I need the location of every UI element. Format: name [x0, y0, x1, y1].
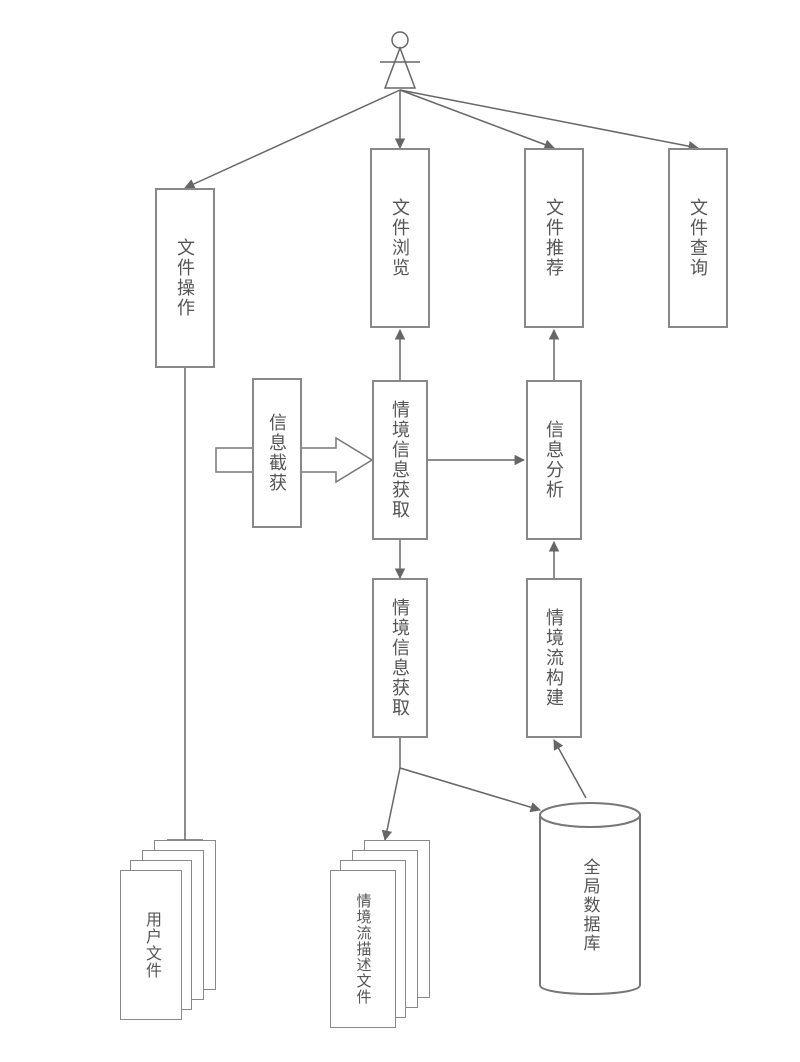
- label-info-analysis: 信息分析: [541, 420, 567, 500]
- label-context-info-get-b: 情境信息获取: [387, 598, 413, 718]
- box-info-analysis: 信息分析: [526, 380, 582, 540]
- label-context-info-get-a: 情境信息获取: [387, 400, 413, 520]
- label-database: 全局数据库: [578, 858, 603, 953]
- box-file-query: 文件查询: [668, 148, 728, 328]
- box-file-browse: 文件浏览: [370, 148, 430, 328]
- label-file-browse: 文件浏览: [387, 198, 413, 278]
- diagram-canvas: 文件操作 文件浏览 文件推荐 文件查询 信息截获 情境信息获取 信息分析 情境信…: [0, 0, 800, 1062]
- label-context-flow-def: 情境流描述文件: [353, 893, 374, 1005]
- stack-context-flow-def: 情境流描述文件: [330, 840, 450, 1030]
- label-file-recommend: 文件推荐: [541, 198, 567, 278]
- box-file-operation: 文件操作: [155, 188, 215, 368]
- db-label-wrap: 全局数据库: [560, 830, 620, 980]
- box-context-flow-build: 情境流构建: [526, 578, 582, 738]
- box-context-info-get-b: 情境信息获取: [372, 578, 428, 738]
- label-info-intercept: 信息截获: [264, 413, 290, 493]
- stack-user-files: 用户文件: [120, 840, 230, 1020]
- box-file-recommend: 文件推荐: [524, 148, 584, 328]
- label-user-files: 用户文件: [139, 911, 163, 979]
- label-file-query: 文件查询: [685, 198, 711, 278]
- box-context-info-get-a: 情境信息获取: [372, 380, 428, 540]
- box-info-intercept: 信息截获: [252, 378, 302, 528]
- label-file-operation: 文件操作: [172, 238, 198, 318]
- label-context-flow-build: 情境流构建: [541, 608, 567, 708]
